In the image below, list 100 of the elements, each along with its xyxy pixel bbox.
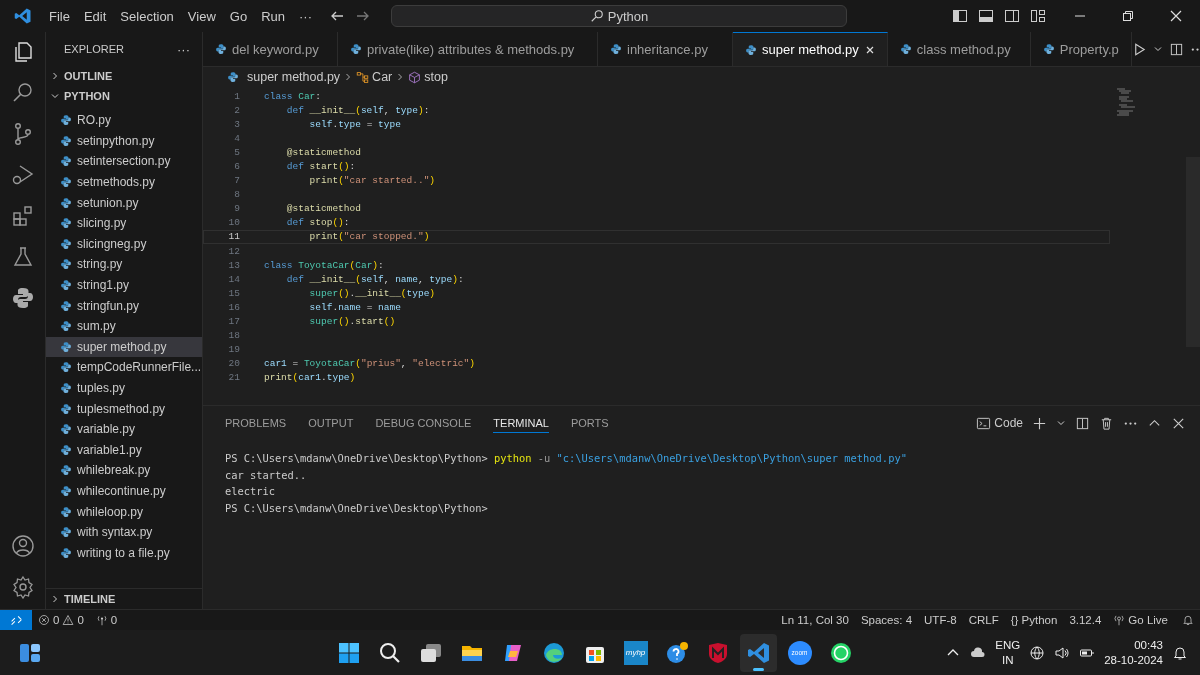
explorer-entry[interactable]: string1.py	[46, 274, 202, 296]
bell-icon[interactable]	[1172, 644, 1188, 661]
explorer-entry[interactable]: stringfun.py	[46, 295, 202, 316]
extensions-icon[interactable]	[10, 204, 35, 228]
explorer-entry[interactable]: tempCodeRunnerFile....	[46, 357, 202, 378]
python-icon[interactable]	[10, 286, 35, 310]
status-item[interactable]: UTF-8	[918, 614, 963, 626]
editor-tab[interactable]: class method.py	[887, 32, 1031, 66]
explorer-entry[interactable]: whilecontinue.py	[46, 480, 202, 502]
line-number: 3	[233, 118, 240, 130]
split-editor-icon[interactable]	[1168, 41, 1184, 57]
split-layout-icon[interactable]	[1004, 8, 1020, 24]
restore-icon[interactable]	[1120, 8, 1136, 24]
language-indicator[interactable]: ENG IN	[995, 637, 1021, 668]
breadcrumb-item[interactable]: Car	[372, 70, 393, 84]
explorer-entry[interactable]: setunion.py	[46, 192, 202, 213]
panel-tab[interactable]: DEBUG CONSOLE	[375, 414, 472, 432]
explorer-entry[interactable]: whileloop.py	[46, 501, 202, 522]
python-file-icon	[745, 43, 757, 56]
problems-status[interactable]: 0 0	[32, 614, 90, 626]
explorer-entry[interactable]: with syntax.py	[46, 521, 202, 543]
sidebar-layout-icon[interactable]	[952, 8, 968, 24]
code-line: class ToyotaCar(Car):	[264, 259, 384, 271]
explorer-entry[interactable]: setmethods.py	[46, 171, 202, 193]
panel-tab[interactable]: PORTS	[570, 414, 609, 432]
panel-tab[interactable]: PROBLEMS	[225, 414, 287, 432]
menu-item[interactable]: View	[180, 8, 223, 24]
explorer-entry[interactable]: sum.py	[46, 315, 202, 337]
more-actions-button[interactable]: ···	[177, 41, 190, 57]
editor-tab[interactable]: private(like) attributes & methods.py	[338, 32, 598, 66]
explorer-entry[interactable]: slicingneg.py	[46, 233, 202, 255]
menu-item[interactable]: Edit	[76, 8, 114, 24]
status-item[interactable]: {} Python	[1004, 614, 1064, 626]
code-line: @staticmethod	[285, 203, 361, 215]
explorer-entry[interactable]: variable.py	[46, 418, 202, 440]
python-file-icon	[1042, 43, 1055, 55]
python-file-icon	[60, 505, 72, 518]
explorer-entry[interactable]: slicing.py	[46, 212, 202, 234]
bell-icon[interactable]	[1182, 614, 1194, 626]
explorer-title: EXPLORER	[64, 43, 124, 55]
menu-item[interactable]: Go	[222, 8, 255, 24]
section-header[interactable]: PYTHON	[46, 86, 202, 106]
panel-tab[interactable]: OUTPUT	[308, 414, 354, 432]
status-item[interactable]: Ln 11, Col 30	[775, 614, 855, 626]
code-line: self.type = type	[308, 118, 401, 130]
settings-icon[interactable]	[10, 575, 35, 599]
python-file-icon	[227, 71, 239, 83]
menu-item[interactable]: ···	[292, 8, 319, 24]
globe-icon[interactable]	[1029, 644, 1046, 661]
customize-layout-icon[interactable]	[1030, 8, 1046, 24]
explorer-entry[interactable]: variable1.py	[46, 439, 202, 461]
app-label: myhp	[623, 640, 648, 665]
menu-item[interactable]: Run	[254, 8, 292, 24]
status-item[interactable]: Spaces: 4	[854, 614, 919, 626]
explorer-entry[interactable]: tuples.py	[46, 377, 202, 399]
editor-tab[interactable]: Property.p	[1030, 32, 1132, 66]
caret-icon[interactable]	[1056, 418, 1066, 428]
cube-icon	[408, 70, 422, 84]
menu-item[interactable]: File	[42, 8, 77, 24]
explorer-entry[interactable]: tuplesmethod.py	[46, 398, 202, 419]
python-file-icon	[60, 279, 72, 292]
command-center-field[interactable]: Python	[391, 5, 847, 27]
editor-tab[interactable]: super method.py	[733, 32, 888, 66]
explorer-entry[interactable]: setintersection.py	[46, 151, 202, 172]
line-number: 15	[227, 287, 240, 299]
section-header[interactable]: OUTLINE	[46, 66, 202, 86]
explorer-entry[interactable]: RO.py	[46, 110, 202, 131]
breadcrumb-item[interactable]: super method.py	[247, 70, 341, 84]
python-file-icon	[60, 423, 72, 436]
explorer-entry[interactable]: writing to a file.py	[46, 542, 202, 564]
taskbar-app[interactable]: myhp	[617, 633, 654, 672]
trash-icon[interactable]	[1099, 415, 1114, 431]
breadcrumb-item[interactable]: stop	[424, 70, 448, 84]
explorer-entry[interactable]: string.py	[46, 254, 202, 275]
explorer-entry[interactable]: whilebreak.py	[46, 460, 202, 481]
panel-layout-icon[interactable]	[978, 8, 994, 24]
volume-icon[interactable]	[1054, 644, 1071, 661]
clock[interactable]: 00:43 28-10-2024	[1104, 637, 1163, 668]
caret-icon[interactable]	[1152, 44, 1163, 54]
close-icon[interactable]	[1168, 8, 1184, 24]
python-file-icon	[60, 217, 72, 230]
python-file-icon	[60, 485, 72, 497]
explorer-entry[interactable]: setinpython.py	[46, 130, 202, 152]
close-icon[interactable]	[864, 44, 875, 55]
class-icon	[356, 70, 370, 84]
editor-tab[interactable]: del keyword.py	[203, 32, 338, 66]
account-icon[interactable]	[10, 534, 35, 558]
run-debug-icon[interactable]	[10, 163, 35, 187]
go-live-button[interactable]: Go Live	[1107, 614, 1174, 626]
plus-icon[interactable]	[1032, 415, 1047, 431]
status-item[interactable]: 3.12.4	[1063, 614, 1108, 626]
explorer-entry[interactable]: super method.py	[46, 336, 202, 358]
status-item[interactable]: CRLF	[962, 614, 1005, 626]
search-icon	[377, 640, 402, 665]
panel-tab[interactable]: TERMINAL	[493, 413, 549, 433]
menu-item[interactable]: Selection	[113, 8, 181, 24]
line-number: 20	[227, 358, 240, 370]
split-terminal-icon[interactable]	[1075, 415, 1090, 431]
ports-status[interactable]: 0	[89, 614, 124, 626]
terminal-selector[interactable]: Code	[976, 415, 1023, 431]
